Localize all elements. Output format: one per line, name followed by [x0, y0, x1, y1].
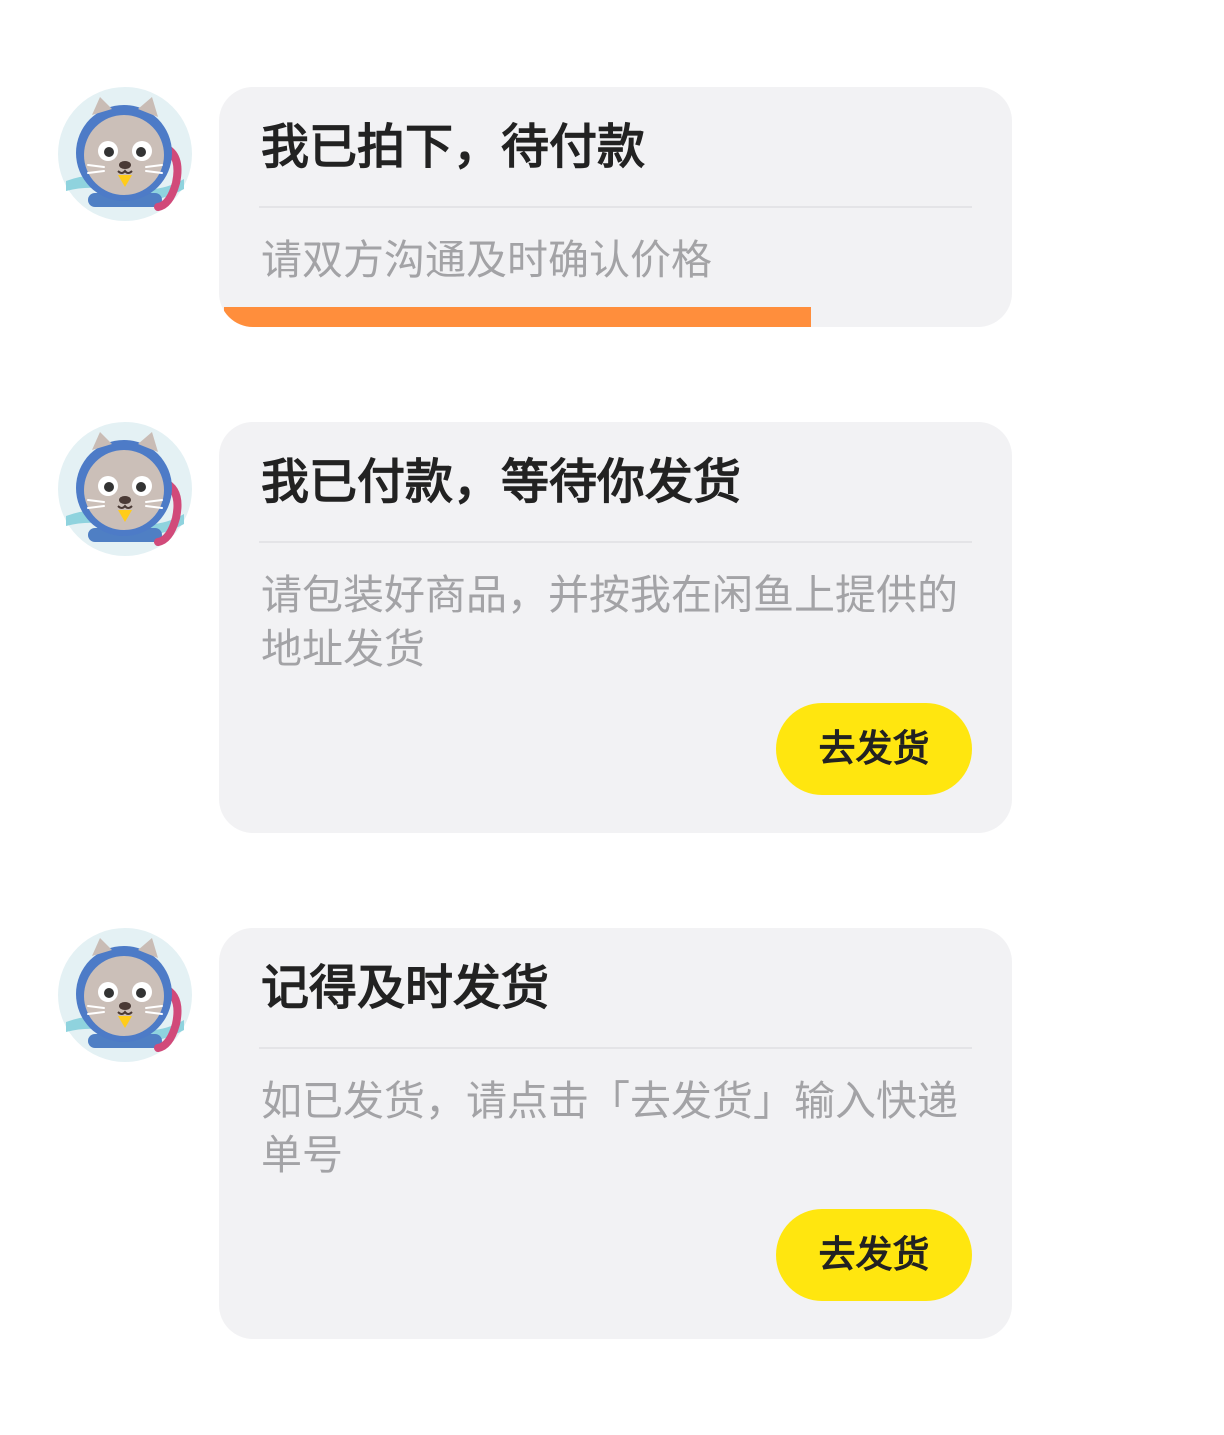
- card-title: 我已拍下，待付款: [261, 119, 646, 175]
- card-divider: [259, 541, 972, 543]
- otter-astronaut-avatar-icon[interactable]: [58, 87, 192, 221]
- otter-astronaut-avatar-icon[interactable]: [58, 422, 192, 556]
- card-description: 如已发货，请点击「去发货」输入快递单号: [261, 1077, 958, 1179]
- progress-bar: [224, 307, 811, 327]
- ship-button[interactable]: 去发货: [776, 703, 972, 795]
- card-description: 请双方沟通及时确认价格: [261, 236, 712, 284]
- otter-astronaut-avatar-icon[interactable]: [58, 928, 192, 1062]
- card-divider: [259, 1047, 972, 1049]
- card-title: 我已付款，等待你发货: [261, 454, 742, 510]
- progress-track: [219, 307, 1012, 327]
- card-description: 请包装好商品，并按我在闲鱼上提供的地址发货: [261, 571, 958, 673]
- order-status-card[interactable]: 记得及时发货 如已发货，请点击「去发货」输入快递单号 去发货: [219, 928, 1012, 1339]
- card-divider: [259, 206, 972, 208]
- order-status-card[interactable]: 我已付款，等待你发货 请包装好商品，并按我在闲鱼上提供的地址发货 去发货: [219, 422, 1012, 833]
- ship-button[interactable]: 去发货: [776, 1209, 972, 1301]
- card-title: 记得及时发货: [261, 960, 550, 1016]
- order-status-card[interactable]: 我已拍下，待付款 请双方沟通及时确认价格: [219, 87, 1012, 327]
